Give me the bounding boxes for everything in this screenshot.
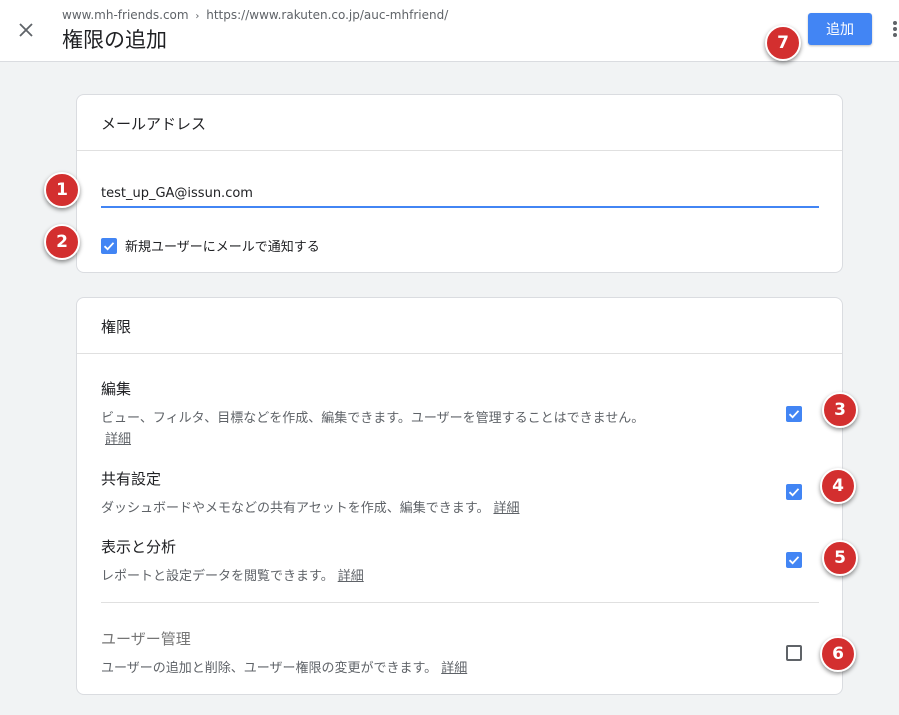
perm-edit-title: 編集: [101, 380, 132, 398]
annotation-badge-5: 5: [822, 540, 858, 576]
perm-edit-description-text: ビュー、フィルタ、目標などを作成、編集できます。ユーザーを管理することはできませ…: [101, 411, 645, 426]
notify-label: 新規ユーザーにメールで通知する: [125, 240, 320, 255]
email-field-wrapper: [101, 182, 819, 208]
check-icon: [788, 410, 800, 419]
perm-manage-users-description: ユーザーの追加と削除、ユーザー権限の変更ができます。 詳細: [101, 658, 661, 679]
email-card: メールアドレス 新規ユーザーにメールで通知する: [76, 94, 843, 273]
perm-manage-users-detail-link[interactable]: 詳細: [441, 661, 467, 676]
annotation-badge-1: 1: [44, 172, 80, 208]
page-title: 権限の追加: [62, 28, 167, 52]
perm-read-analyze-checkbox[interactable]: [786, 552, 802, 568]
perm-edit-checkbox[interactable]: [786, 406, 802, 422]
perm-collaborate-title: 共有設定: [101, 470, 162, 488]
perm-collaborate-description: ダッシュボードやメモなどの共有アセットを作成、編集できます。 詳細: [101, 498, 661, 519]
notify-row: 新規ユーザーにメールで通知する: [101, 236, 320, 255]
permissions-divider: [101, 602, 819, 603]
add-button[interactable]: 追加: [808, 13, 872, 45]
annotation-badge-3: 3: [822, 392, 858, 428]
perm-manage-users-title: ユーザー管理: [101, 630, 191, 648]
perm-manage-users-checkbox[interactable]: [786, 645, 802, 661]
check-icon: [788, 556, 800, 565]
perm-collaborate-checkbox[interactable]: [786, 484, 802, 500]
annotation-badge-6: 6: [820, 636, 856, 672]
annotation-badge-4: 4: [820, 468, 856, 504]
permissions-section-title: 権限: [77, 298, 842, 354]
close-icon: [19, 23, 33, 37]
perm-manage-users-description-text: ユーザーの追加と削除、ユーザー権限の変更ができます。: [101, 661, 438, 676]
breadcrumb-url: https://www.rakuten.co.jp/auc-mhfriend/: [206, 8, 449, 22]
perm-edit-detail-link[interactable]: 詳細: [105, 432, 131, 447]
annotation-badge-2: 2: [44, 224, 80, 260]
permissions-card: 権限 編集 ビュー、フィルタ、目標などを作成、編集できます。ユーザーを管理するこ…: [76, 297, 843, 695]
perm-read-analyze-detail-link[interactable]: 詳細: [338, 569, 364, 584]
more-vert-icon[interactable]: [890, 20, 899, 40]
breadcrumb-separator: ›: [195, 11, 200, 22]
perm-collaborate-description-text: ダッシュボードやメモなどの共有アセットを作成、編集できます。: [101, 501, 490, 516]
breadcrumb-site: www.mh-friends.com: [62, 8, 189, 22]
check-icon: [103, 241, 115, 250]
check-icon: [788, 488, 800, 497]
perm-read-analyze-title: 表示と分析: [101, 538, 177, 556]
top-bar: www.mh-friends.com › https://www.rakuten…: [0, 0, 899, 62]
perm-read-analyze-description: レポートと設定データを閲覧できます。 詳細: [101, 566, 661, 587]
close-button[interactable]: [12, 16, 40, 44]
breadcrumb: www.mh-friends.com › https://www.rakuten…: [62, 8, 448, 22]
perm-read-analyze-description-text: レポートと設定データを閲覧できます。: [101, 569, 334, 584]
perm-collaborate-detail-link[interactable]: 詳細: [493, 501, 519, 516]
perm-edit-description: ビュー、フィルタ、目標などを作成、編集できます。ユーザーを管理することはできませ…: [101, 408, 646, 450]
email-section-title: メールアドレス: [77, 95, 842, 151]
notify-checkbox[interactable]: [101, 237, 117, 254]
annotation-badge-7: 7: [765, 25, 801, 61]
email-field[interactable]: [101, 186, 819, 201]
